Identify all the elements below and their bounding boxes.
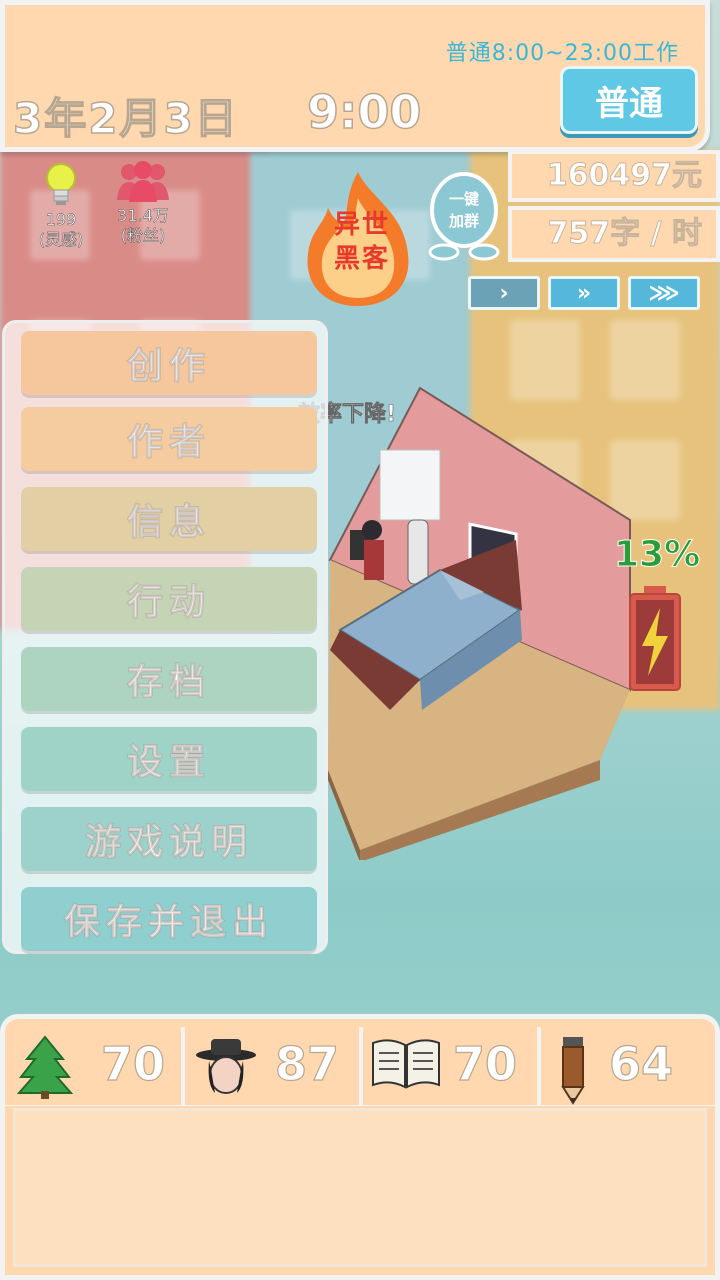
menu-item-action[interactable]: 行动 <box>21 567 317 631</box>
work-schedule-text: 普通8:00~23:00工作 <box>445 41 679 66</box>
battery-icon <box>629 586 681 691</box>
speed-fastest-button[interactable]: ⋙ <box>628 276 700 310</box>
speed-normal-button[interactable]: › <box>468 276 540 310</box>
menu-item-author[interactable]: 作者 <box>21 407 317 471</box>
attribute-bar: 70 87 70 64 <box>0 1014 720 1110</box>
fans-group-icon <box>117 161 169 202</box>
money-display: 160497元 <box>508 150 720 202</box>
attribute-charm: 87 <box>189 1027 363 1107</box>
book-icon <box>372 1039 440 1089</box>
attribute-charm-value: 87 <box>274 1036 340 1091</box>
inspiration-stat: 199 (灵感) <box>28 162 94 250</box>
join-group-text: 一键 加群 <box>448 190 479 230</box>
message-box <box>0 1106 720 1280</box>
speed-fast-button[interactable]: » <box>548 276 620 310</box>
writing-speed-display: 757字 / 时 <box>508 206 720 262</box>
inspiration-label: (灵感) <box>38 230 84 250</box>
tree-icon <box>17 1035 73 1099</box>
inspiration-value: 199 <box>45 210 77 230</box>
attribute-writing-value: 64 <box>608 1036 674 1091</box>
message-text <box>13 1108 707 1267</box>
fans-value: 31.4万 <box>117 206 169 226</box>
menu-item-save[interactable]: 存档 <box>21 647 317 711</box>
menu-item-help[interactable]: 游戏说明 <box>21 807 317 871</box>
attribute-writing: 64 <box>545 1027 715 1107</box>
game-date: 3年2月3日 <box>12 93 239 144</box>
fans-stat: 31.4万 (粉丝) <box>110 160 176 246</box>
attribute-nature: 70 <box>9 1027 185 1107</box>
pencil-icon <box>561 1037 585 1105</box>
battery-percent: 13% <box>613 534 701 576</box>
menu-item-info[interactable]: 信息 <box>21 487 317 551</box>
attribute-knowledge-value: 70 <box>452 1036 518 1091</box>
hat-person-icon <box>196 1039 256 1094</box>
genre-text: 异世 黑客 <box>333 210 390 274</box>
menu-item-create[interactable]: 创作 <box>21 331 317 395</box>
menu-item-settings[interactable]: 设置 <box>21 727 317 791</box>
attribute-knowledge: 70 <box>367 1027 541 1107</box>
game-clock: 9:00 <box>306 84 422 140</box>
bedroom-scene <box>328 386 631 860</box>
attribute-nature-value: 70 <box>100 1036 166 1091</box>
lightbulb-icon <box>46 163 76 205</box>
menu-item-save-exit[interactable]: 保存并退出 <box>21 887 317 951</box>
fans-label: (粉丝) <box>120 226 166 246</box>
work-mode-button[interactable]: 普通 <box>560 66 698 134</box>
main-menu-panel: 创作 作者 信息 行动 存档 设置 游戏说明 保存并退出 <box>2 320 328 954</box>
